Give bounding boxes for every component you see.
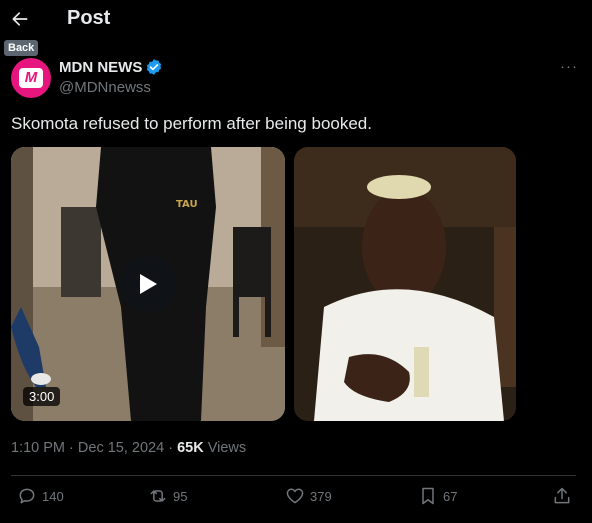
like-button[interactable]: 379 [285, 486, 332, 506]
post-text: Skomota refused to perform after being b… [11, 114, 372, 133]
meta-separator: · [168, 440, 174, 456]
back-tooltip: Back [4, 40, 39, 56]
photo-image [294, 147, 516, 421]
post-media: TAU 3:00 [11, 147, 516, 421]
page-title: Post [67, 7, 111, 29]
post-time[interactable]: 1:10 PM [11, 440, 65, 456]
divider [11, 475, 576, 476]
play-button[interactable] [120, 256, 176, 312]
avatar[interactable]: M [11, 58, 51, 98]
video-thumbnail[interactable]: TAU 3:00 [11, 147, 285, 421]
bookmark-button[interactable]: 67 [418, 486, 457, 506]
views-count: 65K [177, 440, 204, 456]
heart-icon [286, 488, 304, 504]
display-name[interactable]: MDN NEWS [59, 59, 142, 76]
svg-text:TAU: TAU [176, 199, 198, 210]
name-row: MDN NEWS [59, 58, 163, 76]
avatar-logo: M [19, 68, 43, 88]
repost-icon [150, 490, 166, 502]
post-date[interactable]: Dec 15, 2024 [78, 440, 164, 456]
reply-count: 140 [42, 488, 64, 504]
video-duration: 3:00 [23, 387, 61, 406]
views-label: Views [207, 440, 247, 456]
photo-thumbnail[interactable] [294, 147, 516, 421]
user-handle[interactable]: @MDNnewss [59, 79, 151, 96]
arrow-left-icon [12, 12, 28, 26]
share-button[interactable] [552, 486, 572, 506]
back-button[interactable] [4, 3, 36, 35]
more-options-button[interactable]: ··· [557, 58, 581, 76]
action-bar: 140 95 379 67 [11, 486, 576, 510]
bookmark-icon [422, 487, 434, 505]
post-meta: 1:10 PM · Dec 15, 2024 · 65K Views [11, 440, 246, 456]
repost-count: 95 [173, 488, 188, 504]
play-icon [140, 274, 157, 294]
like-count: 379 [310, 488, 332, 504]
reply-icon [19, 488, 35, 504]
repost-button[interactable]: 95 [148, 486, 187, 506]
top-bar: Post [0, 0, 592, 38]
share-icon [554, 487, 570, 504]
verified-badge-icon [147, 59, 162, 75]
bookmark-count: 67 [443, 488, 458, 504]
post-author: M MDN NEWS @MDNnewss ··· [11, 58, 581, 100]
reply-button[interactable]: 140 [17, 486, 64, 506]
meta-separator: · [69, 440, 74, 456]
